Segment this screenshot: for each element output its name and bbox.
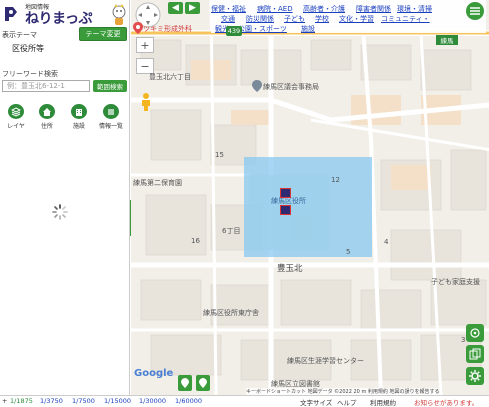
loading-spinner-icon	[52, 204, 68, 220]
scale-option-active[interactable]: 1/1875	[10, 397, 33, 405]
category-nav: 保健・福祉 病院・AED 高齢者・介護 障害者関係 環境・清掃 交通 防災関係 …	[211, 0, 486, 33]
pin-icon	[181, 378, 189, 388]
nav-link[interactable]: 病院・AED	[257, 4, 293, 14]
logo[interactable]: 地図情報 ねりまっぷ	[3, 2, 127, 27]
theme-change-button[interactable]: テーマ変更	[79, 27, 127, 41]
street-view-icon[interactable]	[139, 92, 153, 112]
tool-info-list[interactable]: 情報一覧	[99, 104, 124, 130]
place-label: 練馬区議会事務局	[263, 83, 319, 91]
nav-link[interactable]: コミュニティ・	[381, 14, 430, 24]
terms-link[interactable]: 利用規約	[370, 397, 396, 407]
google-logo: Google	[134, 368, 174, 379]
building-icon	[71, 104, 87, 119]
scale-plus-icon: +	[2, 397, 8, 405]
scale-option[interactable]: 1/3750	[40, 397, 63, 405]
tool-label: 情報一覧	[99, 123, 124, 130]
search-input[interactable]: 例：豊玉北6-12-1	[2, 80, 90, 92]
facility-marker-icon[interactable]	[280, 205, 291, 215]
pin-a-button[interactable]	[178, 375, 192, 391]
layers-icon	[8, 104, 24, 119]
map-attribution: キーボードショートカット 地図データ ©2022 20 m 利用規約 地図の誤り…	[246, 388, 440, 395]
nav-link[interactable]: 保健・福祉	[211, 4, 246, 14]
block-number: 12	[331, 176, 340, 184]
map-graphic	[131, 0, 489, 395]
scale-option[interactable]: 1/7500	[72, 397, 95, 405]
place-label: 豊玉北六丁目	[149, 73, 191, 81]
tool-facility[interactable]: 施設	[68, 104, 90, 130]
block-number: 5	[346, 248, 351, 256]
crosshair-icon	[470, 328, 480, 338]
sidebar: 地図情報 ねりまっぷ 表示テーマ テーマ変更 区役所等 フリーワード検索 例：豊…	[0, 0, 130, 395]
map-canvas[interactable]: 保健・福祉 病院・AED 高齢者・介護 障害者関係 環境・清掃 交通 防災関係 …	[131, 0, 489, 395]
place-pin-icon	[252, 80, 262, 92]
tool-layer[interactable]: レイヤ	[5, 104, 27, 130]
nav-link[interactable]: 施設	[301, 24, 315, 34]
tool-label: 住所	[40, 123, 53, 130]
scale-bar: + 1/1875 1/3750 1/7500 1/15000 1/30000 1…	[0, 395, 489, 407]
place-label: 豊玉北	[277, 264, 303, 274]
copy-button[interactable]	[466, 345, 484, 363]
place-label: 練馬第二保育園	[133, 179, 182, 187]
scale-option[interactable]: 1/15000	[104, 397, 131, 405]
nav-link[interactable]: 高齢者・介護	[303, 4, 345, 14]
nav-link[interactable]: 公園・スポーツ	[238, 24, 287, 34]
help-link[interactable]: ヘルプ	[337, 397, 357, 407]
selection-area	[244, 157, 372, 257]
nav-link[interactable]: 交通	[221, 14, 235, 24]
place-label: 練馬区役所東庁舎	[203, 309, 259, 317]
pin-icon	[199, 378, 207, 388]
settings-button[interactable]	[466, 367, 484, 385]
nav-link[interactable]: 環境・清掃	[397, 4, 432, 14]
nav-link[interactable]: 学校	[315, 14, 329, 24]
notice-link[interactable]: お知らせがあります。	[414, 397, 478, 407]
theme-value: 区役所等	[12, 44, 44, 53]
clinic-marker-icon[interactable]	[133, 22, 143, 34]
copy-icon	[469, 348, 481, 360]
freeword-label: フリーワード検索	[2, 70, 58, 78]
route-badge: 439	[226, 26, 242, 36]
pin-b-button[interactable]	[196, 375, 210, 391]
nav-link[interactable]: 文化・学習	[339, 14, 374, 24]
hamburger-icon	[470, 7, 480, 15]
house-icon	[39, 104, 55, 119]
tool-address[interactable]: 住所	[36, 104, 58, 130]
clinic-label: ツキミ形成外科	[143, 25, 192, 33]
theme-label: 表示テーマ	[2, 31, 37, 39]
scale-option[interactable]: 1/30000	[139, 397, 166, 405]
place-label: 子ども家庭支援	[431, 278, 480, 286]
forward-button[interactable]: ▶	[185, 2, 200, 14]
menu-button[interactable]	[466, 2, 484, 20]
logo-icon	[5, 7, 17, 21]
place-label: 練馬区生涯学習センター	[287, 357, 364, 365]
range-search-button[interactable]: 範囲検索	[93, 80, 127, 92]
block-number: 3	[461, 336, 466, 344]
locate-button[interactable]	[466, 324, 484, 342]
font-size-link[interactable]: 文字サイズ	[300, 397, 332, 407]
tool-label: レイヤ	[7, 123, 25, 130]
mascot-icon	[112, 4, 126, 25]
block-number: 4	[384, 238, 389, 246]
tool-label: 施設	[72, 123, 85, 130]
scale-option[interactable]: 1/60000	[175, 397, 202, 405]
station-badge: 練馬	[436, 35, 458, 45]
facility-marker-icon[interactable]	[280, 188, 291, 198]
zoom-in-button[interactable]: +	[136, 37, 154, 53]
logo-title: ねりまっぷ	[25, 11, 92, 27]
nav-link[interactable]: 障害者関係	[356, 4, 391, 14]
nav-link[interactable]: 防災関係	[246, 14, 274, 24]
list-icon	[103, 104, 119, 119]
nav-link[interactable]: 子ども	[284, 14, 305, 24]
block-number: 16	[191, 237, 200, 245]
back-button[interactable]: ◀	[168, 2, 183, 14]
place-label: 6丁目	[222, 227, 241, 235]
gear-icon	[469, 370, 481, 382]
block-number: 15	[215, 151, 224, 159]
